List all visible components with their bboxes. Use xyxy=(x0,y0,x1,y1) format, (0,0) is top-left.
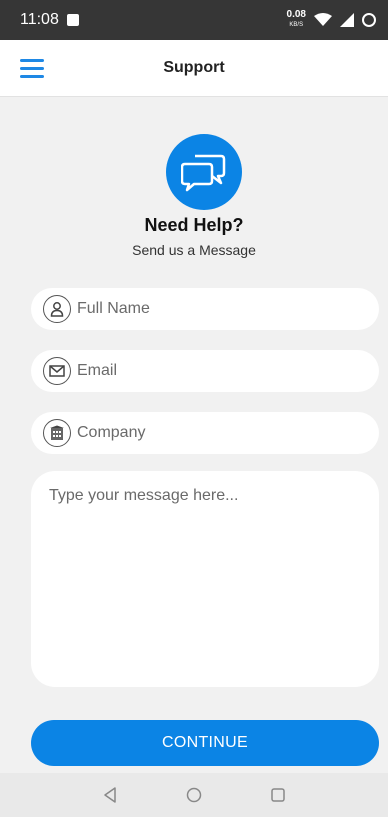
menu-icon[interactable] xyxy=(20,56,46,80)
message-textarea[interactable] xyxy=(47,485,367,677)
envelope-icon xyxy=(43,357,71,385)
recents-icon[interactable] xyxy=(266,783,290,807)
back-icon[interactable] xyxy=(98,783,122,807)
person-icon xyxy=(43,295,71,323)
full-name-input[interactable] xyxy=(75,299,359,319)
signal-icon xyxy=(340,13,354,27)
email-input[interactable] xyxy=(75,361,359,381)
continue-button[interactable]: CONTINUE xyxy=(31,720,379,766)
help-subheading: Send us a Message xyxy=(132,242,256,258)
company-input[interactable] xyxy=(75,423,359,443)
status-time: 11:08 xyxy=(20,11,59,28)
app-bar: Support xyxy=(0,40,388,97)
full-name-field[interactable] xyxy=(31,288,379,330)
message-box[interactable] xyxy=(31,471,379,687)
network-speed-value: 0.08 xyxy=(286,9,306,20)
home-icon[interactable] xyxy=(182,783,206,807)
email-field[interactable] xyxy=(31,350,379,392)
network-speed-unit: KB/S xyxy=(289,22,304,28)
page-title: Support xyxy=(163,59,225,76)
image-notification-icon xyxy=(66,14,79,26)
status-indicators: 0.08 KB/S xyxy=(287,10,376,30)
company-field[interactable] xyxy=(31,412,379,454)
status-bar: 11:08 0.08 KB/S xyxy=(0,0,388,40)
battery-icon xyxy=(362,13,376,27)
wifi-icon xyxy=(314,13,332,26)
chat-bubbles-icon xyxy=(166,134,242,210)
system-nav-bar xyxy=(0,773,388,817)
building-icon xyxy=(43,419,71,447)
network-speed: 0.08 KB/S xyxy=(287,10,306,30)
help-heading: Need Help? xyxy=(144,215,244,235)
